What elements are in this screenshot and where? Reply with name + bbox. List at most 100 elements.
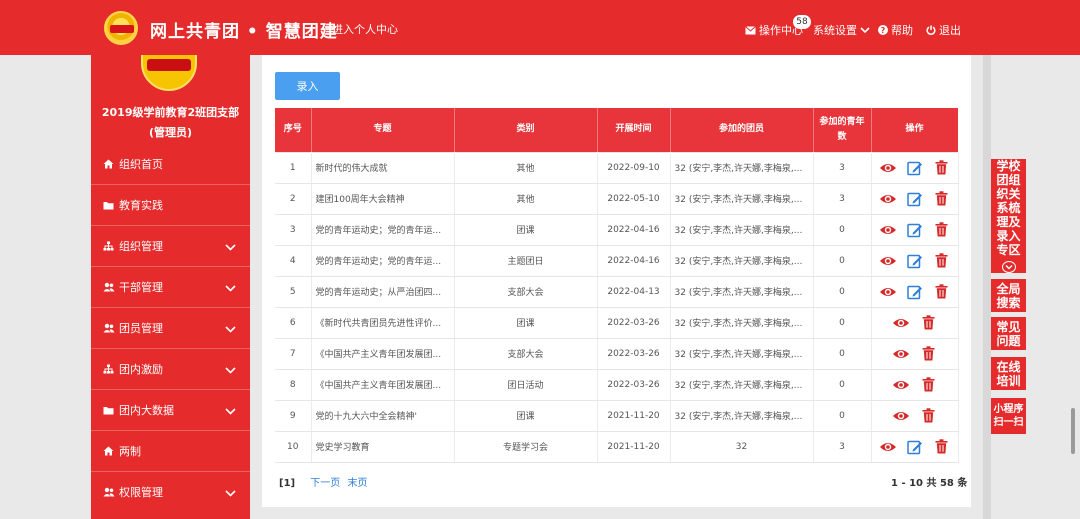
view-eye-icon[interactable] (892, 408, 910, 424)
view-eye-icon[interactable] (879, 222, 897, 238)
page-scrollbar[interactable] (1071, 408, 1075, 454)
faq-button[interactable]: 常见问题 (991, 317, 1026, 350)
cell-date: 2022-03-26 (597, 338, 671, 370)
cell-no: 5 (275, 276, 312, 308)
cell-youth: 3 (813, 431, 872, 463)
org-review-zone-button[interactable]: 学校团组织关系梳理及录入专区 (991, 159, 1026, 273)
settings-label: 系统设置 (813, 24, 857, 37)
sidebar-menu: 组织首页 教育实践组织管理干部管理 团员管理 团内激励团内大数据两制权限管理 (91, 143, 250, 512)
online-training-button[interactable]: 在线培训 (991, 357, 1026, 390)
cell-members: 32 (670, 431, 814, 463)
view-eye-icon[interactable] (879, 284, 897, 300)
delete-trash-icon[interactable] (919, 377, 937, 393)
cell-no: 7 (275, 338, 312, 370)
org-tree-icon (103, 364, 115, 374)
cell-youth: 3 (813, 183, 872, 215)
sidebar-item[interactable]: 组织首页 (91, 143, 250, 184)
record-summary: 1 - 10 共 58 条 (891, 478, 968, 489)
sidebar-item-label: 组织管理 (119, 240, 163, 253)
delete-trash-icon[interactable] (919, 346, 937, 362)
cell-actions (871, 400, 959, 432)
view-eye-icon[interactable] (879, 439, 897, 455)
cell-no: 9 (275, 400, 312, 432)
view-eye-icon[interactable] (892, 315, 910, 331)
sidebar-item[interactable]: 团内大数据 (91, 389, 250, 430)
help-link[interactable]: ? 帮助 (878, 22, 913, 38)
cell-date: 2022-04-13 (597, 276, 671, 308)
delete-trash-icon[interactable] (933, 284, 951, 300)
edit-icon[interactable] (906, 253, 924, 269)
edit-icon[interactable] (906, 160, 924, 176)
col-header-actions: 操作 (871, 108, 959, 152)
settings-menu[interactable]: 系统设置 (813, 22, 870, 38)
cell-category: 团课 (454, 307, 598, 339)
view-eye-icon[interactable] (879, 253, 897, 269)
org-tree-icon (103, 241, 115, 251)
users-icon (103, 487, 115, 497)
next-page-link[interactable]: 下一页 (310, 478, 340, 489)
sidebar-item[interactable]: 两制 (91, 430, 250, 471)
svg-text:?: ? (881, 26, 886, 35)
delete-trash-icon[interactable] (933, 222, 951, 238)
cell-category: 团课 (454, 400, 598, 432)
table-row: 2 建团100周年大会精神 其他 2022-05-10 32 (安宁,李杰,许天娜,李梅… (275, 183, 959, 215)
cell-actions (871, 214, 959, 246)
sidebar-item-label: 团内大数据 (119, 404, 174, 417)
top-header: 网上共青团 • 智慧团建 进入个人中心 操作中心 58 系统设置 ? 帮助 退出 (0, 0, 1080, 55)
sidebar-item[interactable]: 组织管理 (91, 225, 250, 266)
view-eye-icon[interactable] (892, 377, 910, 393)
delete-trash-icon[interactable] (933, 253, 951, 269)
cell-no: 8 (275, 369, 312, 401)
col-header-topic: 专题 (311, 108, 455, 152)
view-eye-icon[interactable] (879, 160, 897, 176)
current-page: [1] (279, 478, 296, 489)
help-icon: ? (878, 25, 888, 35)
cell-actions (871, 151, 959, 184)
home-icon (103, 446, 115, 456)
cell-members: 32 (安宁,李杰,许天娜,李梅泉,... (670, 245, 814, 277)
delete-trash-icon[interactable] (933, 160, 951, 176)
table-row: 4 党的青年运动史；党的青年运... 主题团日 2022-04-16 32 (安宁,李杰… (275, 245, 959, 277)
delete-trash-icon[interactable] (933, 439, 951, 455)
view-eye-icon[interactable] (892, 346, 910, 362)
sidebar-item[interactable]: 团员管理 (91, 307, 250, 348)
cell-actions (871, 307, 959, 339)
cell-no: 2 (275, 183, 312, 215)
cell-members: 32 (安宁,李杰,许天娜,李梅泉,... (670, 214, 814, 246)
cell-no: 3 (275, 214, 312, 246)
view-eye-icon[interactable] (879, 191, 897, 207)
cell-actions (871, 183, 959, 215)
edit-icon[interactable] (906, 284, 924, 300)
panel-scrollbar[interactable] (983, 55, 991, 519)
mail-icon (745, 25, 756, 34)
cell-category: 主题团日 (454, 245, 598, 277)
sidebar-item[interactable]: 干部管理 (91, 266, 250, 307)
chevron-down-icon (860, 26, 870, 33)
sidebar-item[interactable]: 教育实践 (91, 184, 250, 225)
chevron-down-icon (225, 364, 236, 377)
sidebar-item[interactable]: 团内激励 (91, 348, 250, 389)
cell-topic: 党史学习教育 (311, 431, 455, 463)
cell-youth: 3 (813, 151, 872, 184)
personal-center-link[interactable]: 进入个人中心 (332, 21, 398, 37)
edit-icon[interactable] (906, 191, 924, 207)
sidebar-item-label: 权限管理 (119, 486, 163, 499)
edit-icon[interactable] (906, 222, 924, 238)
cell-members: 32 (安宁,李杰,许天娜,李梅泉,... (670, 151, 814, 184)
col-header-no: 序号 (275, 108, 312, 152)
online-training-label: 在线培训 (996, 359, 1021, 388)
cell-date: 2022-04-16 (597, 214, 671, 246)
help-label: 帮助 (891, 24, 913, 37)
logout-link[interactable]: 退出 (926, 22, 961, 38)
sidebar-item[interactable]: 权限管理 (91, 471, 250, 512)
add-record-button[interactable]: 录入 (275, 72, 340, 100)
org-name-title: 2019级学前教育2班团支部 (101, 106, 240, 119)
table-row: 6 《新时代共青团员先进性评价... 团课 2022-03-26 32 (安宁,李杰,许… (275, 307, 959, 339)
mini-program-button[interactable]: 小程序扫一扫 (991, 398, 1026, 434)
last-page-link[interactable]: 末页 (347, 478, 367, 489)
global-search-button[interactable]: 全局搜索 (991, 279, 1026, 312)
delete-trash-icon[interactable] (933, 191, 951, 207)
delete-trash-icon[interactable] (919, 408, 937, 424)
delete-trash-icon[interactable] (919, 315, 937, 331)
edit-icon[interactable] (906, 439, 924, 455)
